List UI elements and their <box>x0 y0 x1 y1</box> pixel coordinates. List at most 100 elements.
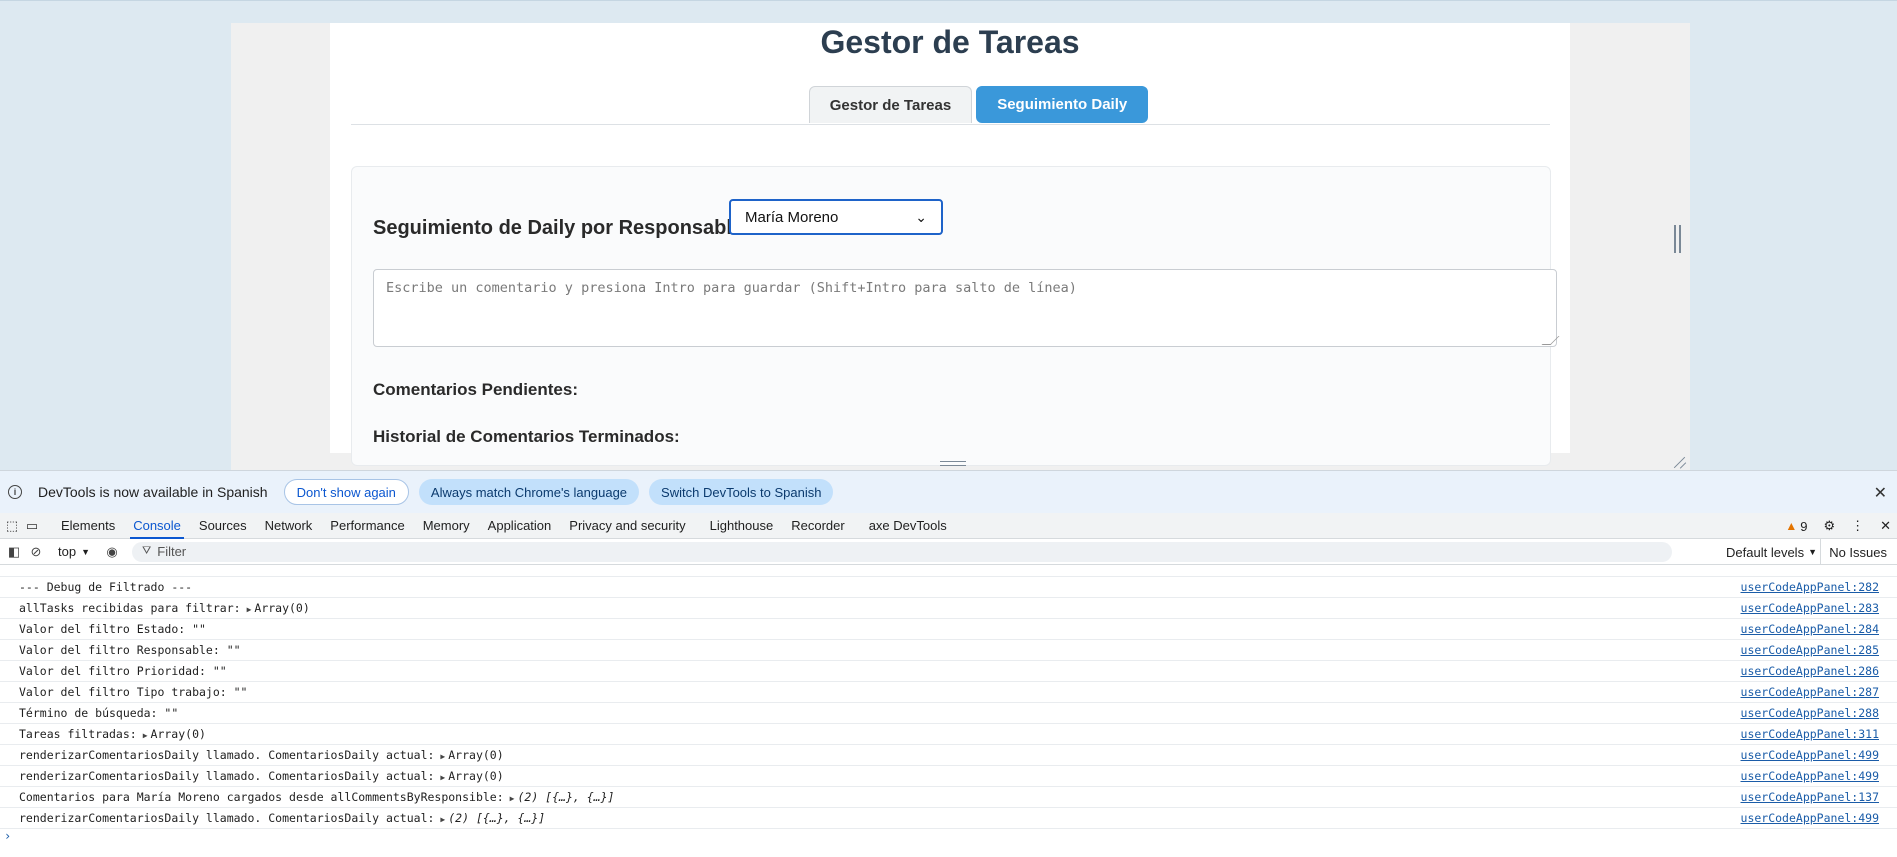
source-link[interactable]: userCodeAppPanel:283 <box>1741 601 1879 615</box>
responsable-select[interactable]: María Moreno ⌄ <box>729 199 943 235</box>
tabbar-actions: ▲ 9 ⚙ ⋮ ✕ <box>1785 513 1891 539</box>
more-options-icon[interactable]: ⋮ <box>1851 518 1864 534</box>
devtools-tab-performance[interactable]: Performance <box>321 513 413 539</box>
expand-triangle-icon: ▶ <box>440 815 446 824</box>
caret-down-icon: ▼ <box>1808 547 1817 557</box>
tab-gestor-tareas[interactable]: Gestor de Tareas <box>808 86 973 123</box>
expandable-object[interactable]: ▶ Array(0) <box>143 727 206 741</box>
console-message: Tareas filtradas: <box>19 727 137 741</box>
switch-language-button[interactable]: Switch DevTools to Spanish <box>649 479 834 505</box>
console-row: Valor del filtro Tipo trabajo: "" userCod… <box>0 682 1897 703</box>
infobar-message: DevTools is now available in Spanish <box>38 484 268 500</box>
dont-show-again-button[interactable]: Don't show again <box>283 479 409 505</box>
context-value: top <box>58 544 77 559</box>
console-row: allTasks recibidas para filtrar: ▶ Array(0… <box>0 598 1897 619</box>
source-link[interactable]: userCodeAppPanel:499 <box>1741 769 1879 783</box>
console-message: Valor del filtro Prioridad: "" <box>19 664 227 678</box>
comment-textarea[interactable]: Escribe un comentario y presiona Intro p… <box>373 269 1560 347</box>
resize-grip-icon[interactable] <box>1541 336 1560 345</box>
expand-triangle-icon: ▶ <box>142 731 148 740</box>
console-row: Valor del filtro Estado: "" userCodeAppPa… <box>0 619 1897 640</box>
sidebar-toggle-icon[interactable]: ◧ <box>6 544 22 560</box>
history-comments-heading: Historial de Comentarios Terminados: <box>373 427 680 446</box>
filter-placeholder: Filter <box>157 544 187 559</box>
app-tabs: Gestor de Tareas Seguimiento Daily <box>330 86 1570 123</box>
console-row: Valor del filtro Prioridad: "" userCodeAp… <box>0 661 1897 682</box>
devtools-tab-privacy[interactable]: Privacy and security <box>560 513 694 539</box>
console-message: Término de búsqueda: "" <box>19 706 179 720</box>
comment-placeholder: Escribe un comentario y presiona Intro p… <box>386 280 1077 296</box>
warnings-counter[interactable]: ▲ 9 <box>1785 519 1807 534</box>
device-toolbar-icon[interactable]: ▭ <box>24 518 40 534</box>
devtools-tab-elements[interactable]: Elements <box>52 513 124 539</box>
console-message: Comentarios para María Moreno cargados d… <box>19 790 504 804</box>
match-language-button[interactable]: Always match Chrome's language <box>418 479 640 505</box>
console-row-partial <box>0 565 1897 577</box>
expand-triangle-icon: ▶ <box>440 773 446 782</box>
page-viewport: Gestor de Tareas Gestor de Tareas Seguim… <box>0 0 1897 471</box>
devtools-tab-lighthouse[interactable]: Lighthouse <box>701 513 783 539</box>
responsable-select-value: María Moreno <box>745 208 839 226</box>
console-message: renderizarComentariosDaily llamado. Come… <box>19 811 435 825</box>
console-row: renderizarComentariosDaily llamado. Come… <box>0 745 1897 766</box>
devtools-tab-recorder[interactable]: Recorder <box>782 513 853 539</box>
source-link[interactable]: userCodeAppPanel:499 <box>1741 811 1879 825</box>
source-link[interactable]: userCodeAppPanel:288 <box>1741 706 1879 720</box>
clear-console-icon[interactable]: ⊘ <box>28 544 44 560</box>
expandable-object[interactable]: ▶ Array(0) <box>440 748 503 762</box>
close-devtools-icon[interactable]: ✕ <box>1880 518 1891 534</box>
devtools-tab-application[interactable]: Application <box>479 513 561 539</box>
log-levels-value: Default levels <box>1726 544 1805 560</box>
corner-resize-handle[interactable] <box>1675 456 1687 468</box>
console-message: renderizarComentariosDaily llamado. Come… <box>19 748 435 762</box>
filter-input[interactable]: ⛛ Filter <box>132 541 1672 562</box>
filter-icon: ⛛ <box>142 545 152 557</box>
daily-heading: Seguimiento de Daily por Responsable <box>373 217 744 239</box>
console-row: Comentarios para María Moreno cargados d… <box>0 787 1897 808</box>
object-preview: Array(0) <box>448 748 504 762</box>
console-row: renderizarComentariosDaily llamado. Come… <box>0 766 1897 787</box>
context-selector[interactable]: top ▼ <box>58 544 90 559</box>
horizontal-resize-handle[interactable] <box>940 461 966 466</box>
source-link[interactable]: userCodeAppPanel:287 <box>1741 685 1879 699</box>
inspect-element-icon[interactable]: ⬚ <box>4 518 20 534</box>
gear-icon[interactable]: ⚙ <box>1823 518 1835 534</box>
vertical-resize-handle[interactable] <box>1674 225 1681 253</box>
issues-button[interactable]: No Issues <box>1820 539 1887 565</box>
console-message: Valor del filtro Estado: "" <box>19 622 206 636</box>
devtools-tab-console[interactable]: Console <box>124 513 190 539</box>
console-message: Valor del filtro Tipo trabajo: "" <box>19 685 248 699</box>
source-link[interactable]: userCodeAppPanel:285 <box>1741 643 1879 657</box>
app-container: Gestor de Tareas Gestor de Tareas Seguim… <box>330 23 1570 466</box>
devtools-tab-axe[interactable]: axe DevTools <box>860 513 956 539</box>
close-icon[interactable]: ✕ <box>1874 483 1887 503</box>
source-link[interactable]: userCodeAppPanel:282 <box>1741 580 1879 594</box>
log-levels-dropdown[interactable]: Default levels ▼ <box>1716 539 1817 565</box>
language-infobar: i DevTools is now available in Spanish D… <box>0 471 1897 513</box>
source-link[interactable]: userCodeAppPanel:286 <box>1741 664 1879 678</box>
console-message: --- Debug de Filtrado --- <box>19 580 193 594</box>
expandable-object[interactable]: ▶ Array(0) <box>247 601 310 615</box>
expandable-object[interactable]: ▶ (2) [{…}, {…}] <box>440 811 545 825</box>
page-frame: Gestor de Tareas Gestor de Tareas Seguim… <box>231 23 1690 471</box>
expand-triangle-icon: ▶ <box>440 752 446 761</box>
console-prompt[interactable]: › <box>0 829 1897 847</box>
console-message: renderizarComentariosDaily llamado. Come… <box>19 769 435 783</box>
console-row: Valor del filtro Responsable: "" userCode… <box>0 640 1897 661</box>
expand-triangle-icon: ▶ <box>246 605 252 614</box>
source-link[interactable]: userCodeAppPanel:137 <box>1741 790 1879 804</box>
tab-seguimiento-daily[interactable]: Seguimiento Daily <box>976 86 1149 123</box>
devtools-tab-memory[interactable]: Memory <box>414 513 479 539</box>
source-link[interactable]: userCodeAppPanel:284 <box>1741 622 1879 636</box>
source-link[interactable]: userCodeAppPanel:311 <box>1741 727 1879 741</box>
devtools-tab-network[interactable]: Network <box>256 513 322 539</box>
console-message: Valor del filtro Responsable: "" <box>19 643 241 657</box>
source-link[interactable]: userCodeAppPanel:499 <box>1741 748 1879 762</box>
devtools-panel: i DevTools is now available in Spanish D… <box>0 470 1897 857</box>
devtools-tabbar: ⬚ ▭ Elements Console Sources Network Per… <box>0 513 1897 539</box>
expandable-object[interactable]: ▶ Array(0) <box>440 769 503 783</box>
devtools-tab-sources[interactable]: Sources <box>190 513 256 539</box>
console-messages: --- Debug de Filtrado --- userCodeAppPane… <box>0 565 1897 847</box>
eye-icon[interactable]: ◉ <box>104 544 120 560</box>
expandable-object[interactable]: ▶ (2) [{…}, {…}] <box>510 790 615 804</box>
